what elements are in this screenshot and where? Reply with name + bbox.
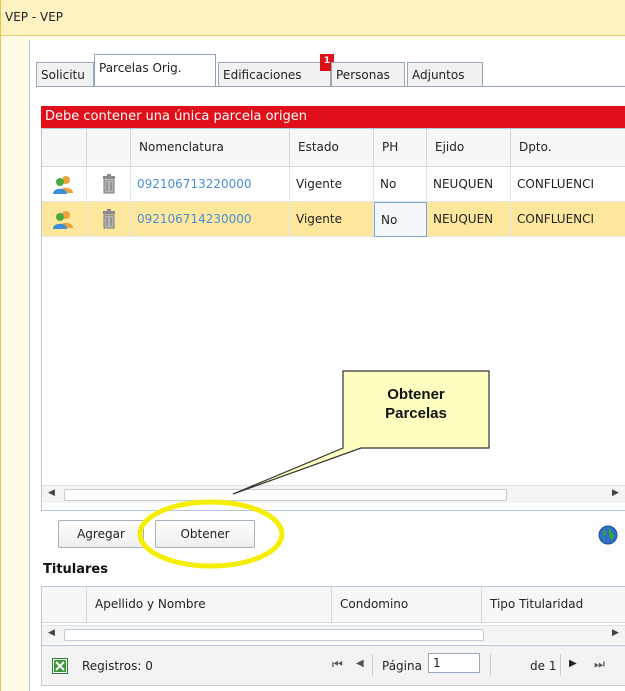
tab-parcelas-orig[interactable]: Parcelas Orig.: [94, 54, 216, 87]
nomenclatura-cell[interactable]: 092106713220000: [131, 167, 290, 202]
header-dpto[interactable]: Dpto.: [511, 129, 625, 167]
header-ph[interactable]: PH: [374, 129, 427, 167]
header-apellido-nombre[interactable]: Apellido y Nombre: [87, 587, 332, 623]
pager-divider: [372, 654, 373, 676]
trash-icon[interactable]: [101, 174, 117, 194]
scrollbar-thumb[interactable]: [64, 489, 507, 501]
trash-icon-cell[interactable]: [87, 202, 131, 237]
header-icon-col: [87, 129, 131, 167]
pager-divider: [560, 654, 561, 676]
tab-label: Edificaciones: [223, 68, 302, 82]
registros-count: Registros: 0: [82, 659, 153, 673]
dpto-cell: CONFLUENCI: [511, 202, 625, 237]
grid-header: Apellido y Nombre Condomino Tipo Titular…: [42, 587, 625, 623]
users-icon[interactable]: [52, 174, 74, 194]
users-icon-cell[interactable]: [42, 167, 87, 202]
table-row[interactable]: 092106714230000 Vigente No NEUQUEN CONFL…: [42, 202, 625, 237]
tab-label: Personas: [336, 68, 390, 82]
pager-divider: [490, 654, 491, 676]
title-bar: VEP - VEP: [1, 0, 625, 36]
tab-divider: [36, 86, 625, 87]
scroll-left-arrow-icon[interactable]: ◀: [48, 488, 55, 498]
horizontal-scrollbar[interactable]: ◀ ▶: [42, 625, 625, 643]
page-number-input[interactable]: 1: [428, 653, 480, 673]
scroll-right-arrow-icon[interactable]: ▶: [612, 488, 619, 498]
app-window: VEP - VEP Solicitu Parcelas Orig. Edific…: [0, 0, 625, 691]
header-tipo-titularidad[interactable]: Tipo Titularidad: [482, 587, 625, 623]
header-estado[interactable]: Estado: [290, 129, 374, 167]
titulares-label: Titulares: [43, 562, 108, 577]
header-condomino[interactable]: Condomino: [332, 587, 482, 623]
globe-icon[interactable]: [598, 525, 618, 545]
callout-line: Parcelas: [385, 405, 447, 422]
grid-header: Nomenclatura Estado PH Ejido Dpto.: [42, 129, 625, 167]
error-message: Debe contener una única parcela origen: [41, 106, 625, 128]
users-icon[interactable]: [52, 209, 74, 229]
obtener-button[interactable]: Obtener: [155, 520, 255, 548]
header-nomenclatura[interactable]: Nomenclatura: [131, 129, 290, 167]
next-page-icon[interactable]: ▶: [569, 658, 577, 669]
ejido-cell: NEUQUEN: [427, 202, 511, 237]
scroll-left-arrow-icon[interactable]: ◀: [48, 628, 55, 638]
tab-solicitud[interactable]: Solicitu: [36, 62, 94, 87]
excel-icon[interactable]: [52, 658, 68, 674]
titulares-grid: Apellido y Nombre Condomino Tipo Titular…: [41, 586, 625, 646]
estado-cell: Vigente: [290, 202, 374, 237]
tab-personas[interactable]: Personas: [331, 62, 405, 87]
agregar-button[interactable]: Agregar: [58, 520, 144, 548]
nomenclatura-cell[interactable]: 092106714230000: [131, 202, 290, 237]
callout-line: Obtener: [387, 386, 445, 403]
scroll-right-arrow-icon[interactable]: ▶: [612, 628, 619, 638]
prev-page-icon[interactable]: ◀: [356, 658, 364, 669]
pagina-label: Página: [382, 659, 422, 673]
tab-label: Solicitu: [41, 68, 85, 82]
tab-edificaciones[interactable]: Edificaciones: [218, 62, 331, 87]
ejido-cell: NEUQUEN: [427, 167, 511, 202]
header-icon-col: [42, 129, 87, 167]
tab-label: Parcelas Orig.: [99, 61, 182, 75]
horizontal-scrollbar[interactable]: ◀ ▶: [42, 485, 625, 503]
trash-icon[interactable]: [101, 209, 117, 229]
parcelas-grid: Nomenclatura Estado PH Ejido Dpto. 09210…: [41, 128, 625, 511]
users-icon-cell[interactable]: [42, 202, 87, 237]
callout-text: Obtener Parcelas: [343, 386, 489, 422]
ph-cell: No: [374, 167, 427, 202]
dpto-cell: CONFLUENCI: [511, 167, 625, 202]
header-ejido[interactable]: Ejido: [427, 129, 511, 167]
total-pages-label: de 1: [530, 659, 557, 673]
last-page-icon[interactable]: ⏭: [594, 657, 605, 672]
ph-cell[interactable]: No: [374, 202, 427, 237]
window-title: VEP - VEP: [5, 10, 64, 24]
tab-adjuntos[interactable]: Adjuntos: [407, 62, 483, 87]
pager-bar: Registros: 0 ⏮ ◀ Página 1 de 1 ▶ ⏭: [41, 646, 625, 686]
estado-cell: Vigente: [290, 167, 374, 202]
tab-label: Adjuntos: [412, 68, 465, 82]
table-row[interactable]: 092106713220000 Vigente No NEUQUEN CONFL…: [42, 167, 625, 202]
header-blank-col: [42, 587, 87, 623]
first-page-icon[interactable]: ⏮: [332, 657, 343, 672]
scrollbar-thumb[interactable]: [64, 629, 484, 641]
trash-icon-cell[interactable]: [87, 167, 131, 202]
